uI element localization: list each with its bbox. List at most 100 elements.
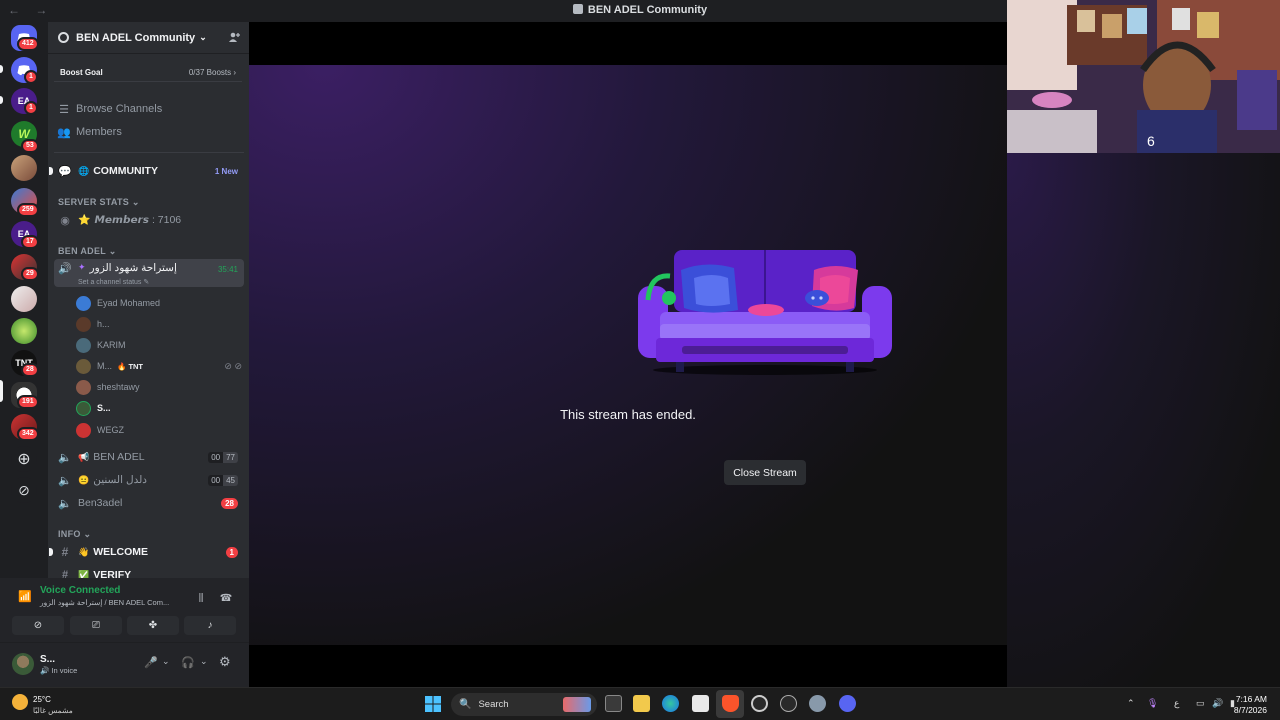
server-badge: 342 bbox=[17, 427, 39, 441]
soundboard-button[interactable]: ♪ bbox=[184, 616, 236, 635]
chevron-down-icon[interactable]: ⌄ bbox=[200, 656, 208, 667]
voice-user[interactable]: WEGZ bbox=[76, 421, 124, 439]
input-language[interactable]: ع bbox=[1174, 698, 1179, 709]
avatar bbox=[76, 316, 91, 332]
brave-browser-icon[interactable] bbox=[722, 695, 739, 712]
avatar bbox=[76, 337, 91, 353]
weather-condition[interactable]: مشمس غالبًا bbox=[33, 706, 73, 715]
voice-user[interactable]: M... 🔥 TNT ⊘ ⊘ bbox=[76, 357, 242, 375]
clock-time: 7:16 AM bbox=[1235, 694, 1267, 704]
settings-app-icon[interactable] bbox=[809, 695, 826, 712]
voice-user[interactable]: KARIM bbox=[76, 336, 126, 354]
category-server-stats[interactable]: SERVER STATS ⌄ bbox=[58, 197, 140, 208]
taskbar-clock[interactable]: 7:16 AM 8/7/2026 bbox=[1234, 694, 1267, 716]
voice-user[interactable]: h... bbox=[76, 315, 110, 333]
ms-store-icon[interactable] bbox=[692, 695, 709, 712]
voice-user-name: WEGZ bbox=[97, 425, 124, 435]
star-icon: ⭐ bbox=[78, 214, 91, 226]
browse-channels-link[interactable]: ☰ Browse Channels bbox=[58, 100, 162, 118]
taskbar-search[interactable]: 🔍 Search bbox=[451, 693, 597, 716]
discord-taskbar-icon[interactable] bbox=[839, 695, 856, 712]
megaphone-icon: 📢 bbox=[78, 451, 90, 462]
channel-label: Ben3adel bbox=[78, 497, 123, 509]
channel-members-stat[interactable]: ◉ ⭐ 𝙈𝙚𝙢𝙗𝙚𝙧𝙨 : 7106 bbox=[54, 210, 244, 230]
share-screen-button[interactable]: ⎚ bbox=[70, 616, 122, 635]
server-icon-person[interactable] bbox=[11, 286, 37, 312]
voice-user-name: M... bbox=[97, 361, 112, 371]
volume-icon[interactable]: 🔊 bbox=[1212, 698, 1223, 709]
voice-channel-ben3adel[interactable]: 🔈 Ben3adel 28 bbox=[54, 493, 244, 513]
voice-indicator-icon: 🔊 bbox=[40, 666, 50, 675]
channel-verify[interactable]: # ✅ VERIFY bbox=[54, 565, 244, 578]
disconnect-icon[interactable]: ☎ bbox=[218, 590, 234, 606]
members-link[interactable]: 👥 Members bbox=[57, 123, 122, 141]
streamer-webcam-image: 6 bbox=[1007, 0, 1280, 153]
server-badge: 191 bbox=[17, 395, 39, 409]
voice-location[interactable]: إستراحة شهود الزور / BEN ADEL Com... bbox=[40, 598, 169, 607]
weather-sun-icon[interactable] bbox=[12, 694, 28, 710]
boost-count: 0/37 Boosts bbox=[188, 68, 232, 77]
mic-icon[interactable]: 🎤 bbox=[144, 656, 158, 669]
obs-icon[interactable] bbox=[751, 695, 768, 712]
category-label: INFO bbox=[58, 529, 81, 539]
user-limit-pair: 00 45 bbox=[208, 474, 238, 486]
add-server-button[interactable]: ⊕ bbox=[11, 446, 37, 472]
emoji-icon: 😐 bbox=[78, 474, 90, 485]
boost-goal-bar[interactable]: Boost Goal 0/37 Boosts › bbox=[54, 64, 242, 82]
channel-welcome[interactable]: # 👋 WELCOME 1 bbox=[49, 542, 244, 562]
category-ben-adel[interactable]: BEN ADEL ⌄ bbox=[58, 246, 117, 257]
channel-community[interactable]: 💬 🌐 COMMUNITY 1 New bbox=[49, 161, 244, 181]
edge-browser-icon[interactable] bbox=[662, 695, 679, 712]
guild-header[interactable]: BEN ADEL Community ⌄ bbox=[48, 22, 249, 54]
channel-community-label: COMMUNITY bbox=[93, 165, 158, 177]
dm-badge: 412 bbox=[17, 37, 39, 51]
voice-channel-ben-adel[interactable]: 🔈 📢 BEN ADEL 00 77 bbox=[54, 447, 244, 467]
voice-channel-arabic[interactable]: 🔈 😐 دلدل السنين 00 45 bbox=[54, 470, 244, 490]
server-icon-green[interactable] bbox=[11, 318, 37, 344]
user-name[interactable]: S... bbox=[40, 654, 55, 665]
category-info[interactable]: INFO ⌄ bbox=[58, 529, 91, 540]
chevron-down-icon[interactable]: ⌄ bbox=[162, 656, 170, 667]
voice-user-name: S... bbox=[97, 403, 111, 413]
voice-user-name: KARIM bbox=[97, 340, 126, 350]
forum-icon: 💬 bbox=[58, 165, 72, 178]
voice-channel-active[interactable]: 🔊 ✦ إستراحة شهود الزور 35:41 Set a chann… bbox=[54, 259, 244, 287]
weather-temperature[interactable]: 25°C bbox=[33, 695, 51, 704]
tray-overflow-icon[interactable]: ⌃ bbox=[1127, 698, 1135, 709]
user-avatar[interactable] bbox=[12, 653, 34, 675]
windows-taskbar: 25°C مشمس غالبًا 🔍 Search ⌃ 🎙 ع ▭ 🔊 ▮ 7:1… bbox=[0, 687, 1280, 720]
network-icon[interactable]: ▭ bbox=[1196, 698, 1205, 709]
server-badge: 17 bbox=[21, 235, 39, 249]
task-view-icon[interactable] bbox=[605, 695, 622, 712]
voice-user[interactable]: sheshtawy bbox=[76, 378, 140, 396]
server-icon-collage[interactable] bbox=[11, 155, 37, 181]
file-explorer-icon[interactable] bbox=[633, 695, 650, 712]
activities-button[interactable]: ✤ bbox=[127, 616, 179, 635]
channel-status-hint[interactable]: Set a channel status ✎ bbox=[78, 278, 149, 286]
windows-start-icon[interactable] bbox=[425, 696, 441, 712]
invite-people-icon[interactable] bbox=[228, 31, 240, 43]
close-stream-button[interactable]: Close Stream bbox=[724, 460, 806, 485]
settings-gear-icon[interactable]: ⚙ bbox=[219, 654, 231, 670]
svg-text:6: 6 bbox=[1147, 133, 1155, 149]
server-badge: 53 bbox=[21, 139, 39, 153]
noise-suppression-icon[interactable]: ⫼ bbox=[193, 590, 209, 606]
avatar bbox=[76, 422, 91, 438]
speaker-icon: 🔈 bbox=[58, 474, 72, 487]
voice-user-name: sheshtawy bbox=[97, 382, 140, 392]
app-icon[interactable] bbox=[780, 695, 797, 712]
voice-user[interactable]: Eyad Mohamed bbox=[76, 294, 160, 312]
members-label: Members bbox=[76, 126, 122, 138]
headphones-icon[interactable]: 🎧 bbox=[181, 656, 195, 669]
channel-label: دلدل السنين bbox=[93, 474, 147, 486]
camera-off-button[interactable]: ⊘ bbox=[12, 616, 64, 635]
stream-ended-message: This stream has ended. bbox=[560, 407, 696, 422]
discover-button[interactable]: ⊘ bbox=[11, 477, 37, 503]
voice-user-self[interactable]: S... bbox=[76, 399, 111, 417]
mic-in-use-icon[interactable]: 🎙 bbox=[1147, 698, 1158, 709]
voice-status[interactable]: Voice Connected bbox=[40, 585, 120, 596]
guild-name: BEN ADEL Community bbox=[76, 31, 196, 44]
server-badge: 28 bbox=[21, 363, 39, 377]
muted-deafened-icons: ⊘ ⊘ bbox=[224, 360, 242, 371]
guild-badge-icon bbox=[58, 32, 69, 43]
